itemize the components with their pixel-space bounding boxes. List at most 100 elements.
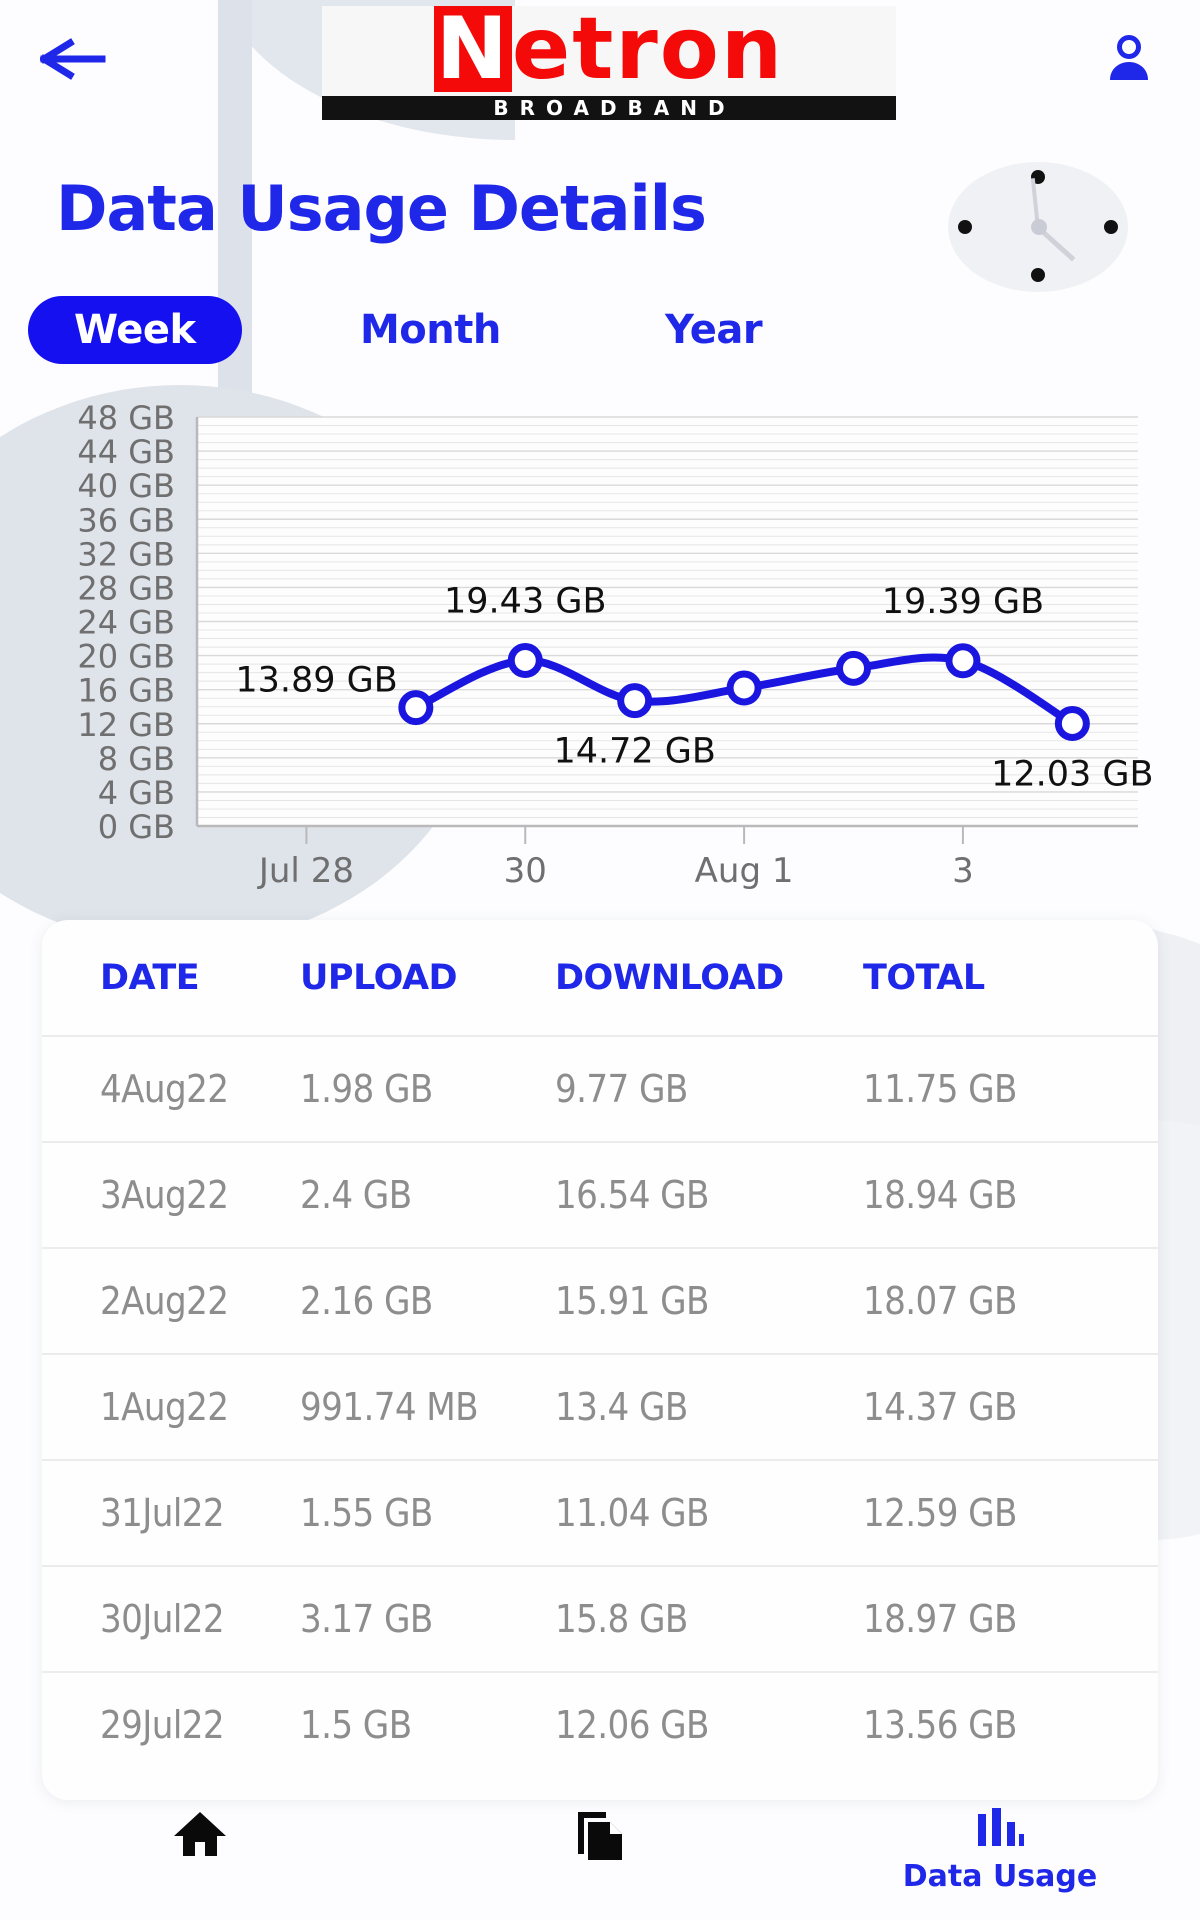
table-cell: 30Jul22 [100, 1597, 225, 1641]
table-column-header: TOTAL [863, 957, 985, 998]
table-cell: 14.37 GB [863, 1385, 1017, 1429]
chart-data-point[interactable] [836, 650, 872, 686]
table-row[interactable]: 1Aug22 991.74 MB 13.4 GB 14.37 GB [42, 1353, 1158, 1459]
home-icon [171, 1808, 229, 1863]
table-cell: 12.59 GB [863, 1491, 1017, 1535]
chart-data-point[interactable] [945, 643, 981, 679]
table-cell: 2.16 GB [300, 1279, 433, 1323]
nav-item-home[interactable] [80, 1808, 320, 1869]
chart-x-tick-label: 30 [504, 851, 547, 891]
arrow-left-icon [40, 37, 106, 81]
copy-documents-icon [572, 1808, 628, 1867]
chart-y-tick-label: 40 GB [77, 467, 175, 505]
chart-y-tick-label: 16 GB [77, 672, 175, 710]
chart-y-tick-label: 32 GB [77, 535, 175, 573]
chart-data-point[interactable] [617, 683, 653, 719]
clock-illustration [948, 162, 1128, 292]
table-cell: 2Aug22 [100, 1279, 229, 1323]
chart-y-tick-label: 0 GB [98, 808, 175, 846]
chart-y-tick-label: 28 GB [77, 569, 175, 607]
table-cell: 4Aug22 [100, 1067, 229, 1111]
chart-point-label: 19.39 GB [882, 582, 1044, 622]
table-row[interactable]: 2Aug22 2.16 GB 15.91 GB 18.07 GB [42, 1247, 1158, 1353]
table-cell: 18.94 GB [863, 1173, 1017, 1217]
table-cell: 1Aug22 [100, 1385, 229, 1429]
clock-center-hub [1031, 219, 1047, 235]
table-cell: 31Jul22 [100, 1491, 225, 1535]
netron-logo: Netron BROADBAND [322, 0, 896, 120]
table-cell: 3Aug22 [100, 1173, 229, 1217]
table-row[interactable]: 3Aug22 2.4 GB 16.54 GB 18.94 GB [42, 1141, 1158, 1247]
table-cell: 1.5 GB [300, 1703, 412, 1747]
table-cell: 13.56 GB [863, 1703, 1017, 1747]
tab-year[interactable]: Year [665, 296, 763, 364]
table-cell: 18.07 GB [863, 1279, 1017, 1323]
table-cell: 15.8 GB [555, 1597, 688, 1641]
table-cell: 16.54 GB [555, 1173, 709, 1217]
chart-data-point[interactable] [507, 642, 543, 678]
nav-item-data-usage[interactable]: Data Usage [880, 1808, 1120, 1894]
table-row[interactable]: 31Jul22 1.55 GB 11.04 GB 12.59 GB [42, 1459, 1158, 1565]
usage-line-chart: 0 GB 4 GB 8 GB 12 GB 16 GB 20 GB 24 GB 28 GB 32 … [0, 405, 1200, 895]
page-title: Data Usage Details [56, 172, 707, 245]
nav-item-documents[interactable] [480, 1808, 720, 1873]
chart-y-tick-label: 12 GB [77, 706, 175, 744]
clock-pip-3 [1104, 220, 1118, 234]
chart-data-point[interactable] [1054, 705, 1090, 741]
table-cell: 15.91 GB [555, 1279, 709, 1323]
clock-pip-9 [958, 220, 972, 234]
tab-month[interactable]: Month [360, 296, 501, 364]
table-cell: 18.97 GB [863, 1597, 1017, 1641]
table-cell: 11.04 GB [555, 1491, 709, 1535]
table-cell: 12.06 GB [555, 1703, 709, 1747]
table-cell: 1.55 GB [300, 1491, 433, 1535]
table-column-header: UPLOAD [300, 957, 458, 998]
table-row[interactable]: 30Jul22 3.17 GB 15.8 GB 18.97 GB [42, 1565, 1158, 1671]
table-cell: 1.98 GB [300, 1067, 433, 1111]
clock-pip-6 [1031, 268, 1045, 282]
table-row[interactable]: 29Jul22 1.5 GB 12.06 GB 13.56 GB [42, 1671, 1158, 1777]
bottom-navigation: Data Usage [0, 1800, 1200, 1920]
table-cell: 991.74 MB [300, 1385, 479, 1429]
chart-x-tick-label: Aug 1 [695, 851, 794, 891]
chart-y-tick-label: 20 GB [77, 638, 175, 676]
person-icon [1101, 32, 1157, 91]
chart-x-tick-label: Jul 28 [257, 851, 354, 891]
chart-data-point[interactable] [726, 670, 762, 706]
table-header-row: DATE UPLOAD DOWNLOAD TOTAL [42, 920, 1158, 1035]
top-bar: Netron BROADBAND [0, 0, 1200, 130]
account-button[interactable] [1098, 30, 1160, 92]
chart-y-tick-label: 44 GB [77, 433, 175, 471]
chart-y-tick-label: 8 GB [98, 740, 175, 778]
chart-y-tick-label: 4 GB [98, 774, 175, 812]
usage-table-card: DATE UPLOAD DOWNLOAD TOTAL 4Aug22 1.98 GB 9.7… [42, 920, 1158, 1800]
tab-week[interactable]: Week [28, 296, 242, 364]
table-cell: 3.17 GB [300, 1597, 433, 1641]
table-cell: 11.75 GB [863, 1067, 1017, 1111]
table-cell: 2.4 GB [300, 1173, 412, 1217]
chart-point-label: 12.03 GB [991, 754, 1153, 794]
table-cell: 29Jul22 [100, 1703, 225, 1747]
chart-point-label: 13.89 GB [235, 661, 397, 701]
table-column-header: DATE [100, 957, 200, 998]
logo-subtitle: BROADBAND [322, 96, 896, 120]
table-row[interactable]: 4Aug22 1.98 GB 9.77 GB 11.75 GB [42, 1035, 1158, 1141]
nav-item-data-usage-label: Data Usage [902, 1859, 1098, 1894]
chart-y-tick-label: 48 GB [77, 405, 175, 437]
logo-wordmark: Netron [433, 0, 785, 99]
table-cell: 13.4 GB [555, 1385, 688, 1429]
table-body: 4Aug22 1.98 GB 9.77 GB 11.75 GB 3Aug22 2.4 GB… [42, 1035, 1158, 1777]
chart-y-tick-label: 36 GB [77, 501, 175, 539]
table-column-header: DOWNLOAD [555, 957, 784, 998]
chart-y-tick-label: 24 GB [77, 604, 175, 642]
back-button[interactable] [38, 32, 108, 86]
bar-chart-icon [974, 1808, 1026, 1853]
table-cell: 9.77 GB [555, 1067, 688, 1111]
period-tabs: Week Month Year [0, 296, 1200, 364]
app-root: Netron BROADBAND Data Usage Details Week… [0, 0, 1200, 1920]
chart-svg: 0 GB4 GB8 GB12 GB16 GB20 GB24 GB28 GB32 … [77, 405, 1153, 891]
chart-data-point[interactable] [398, 690, 434, 726]
chart-x-tick-label: 3 [952, 851, 974, 891]
chart-point-label: 14.72 GB [553, 732, 715, 772]
chart-point-label: 19.43 GB [444, 581, 606, 621]
